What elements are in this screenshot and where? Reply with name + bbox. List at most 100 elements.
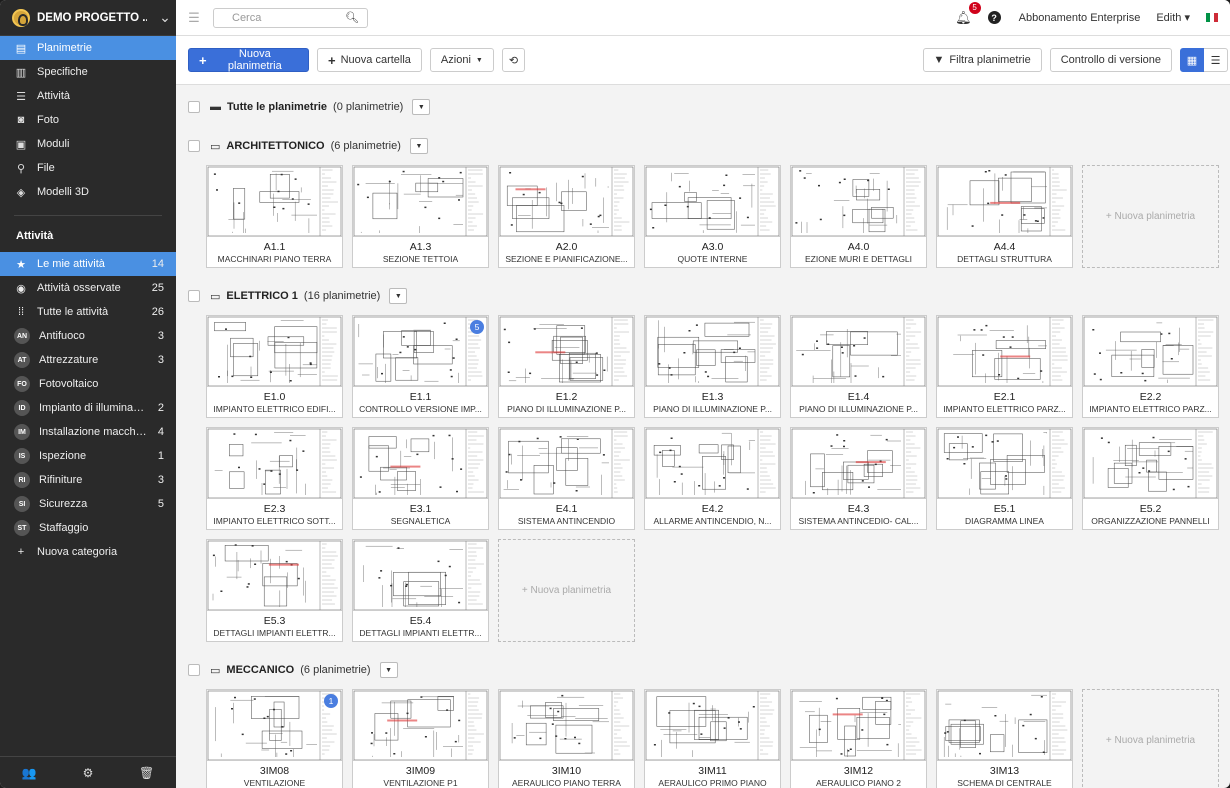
plan-card[interactable]: A1.1 MACCHINARI PIANO TERRA xyxy=(206,165,343,268)
plan-card[interactable]: E5.2 ORGANIZZAZIONE PANNELLI xyxy=(1082,427,1219,530)
folder-name[interactable]: ARCHITETTONICO xyxy=(226,140,324,152)
task-category-item[interactable]: IS Ispezione 1 xyxy=(0,444,176,468)
task-category-item[interactable]: RI Rifiniture 3 xyxy=(0,468,176,492)
plan-thumbnail[interactable] xyxy=(791,690,926,761)
actions-dropdown[interactable]: Azioni ▼ xyxy=(429,48,494,72)
help-icon[interactable]: ? xyxy=(987,11,1001,24)
sidebar-item-file[interactable]: ⚲ File xyxy=(0,156,176,180)
plan-card[interactable]: E1.2 PIANO DI ILLUMINAZIONE P... xyxy=(498,315,635,418)
plan-card[interactable]: E5.4 DETTAGLI IMPIANTI ELETTR... xyxy=(352,539,489,642)
version-control-button[interactable]: Controllo di versione xyxy=(1049,48,1172,72)
folder-menu-dropdown[interactable]: ▼ xyxy=(379,662,398,678)
grid-view-icon[interactable]: ▦ xyxy=(1180,48,1204,72)
plan-card[interactable]: E2.2 IMPIANTO ELETTRICO PARZ... xyxy=(1082,315,1219,418)
filter-plans-button[interactable]: ▼ Filtra planimetrie xyxy=(922,48,1042,72)
plan-thumbnail[interactable] xyxy=(937,166,1072,237)
sidebar-item-modelli-3d[interactable]: ◈ Modelli 3D xyxy=(0,180,176,204)
plan-card[interactable]: 3IM11 AERAULICO PRIMO PIANO xyxy=(644,689,781,788)
task-category-item[interactable]: SI Sicurezza 5 xyxy=(0,492,176,516)
plan-thumbnail[interactable] xyxy=(645,428,780,499)
task-category-item[interactable]: FO Fotovoltaico xyxy=(0,372,176,396)
folder-checkbox[interactable] xyxy=(188,664,200,676)
plan-card[interactable]: 3IM10 AERAULICO PIANO TERRA xyxy=(498,689,635,788)
sidebar-item-specifiche[interactable]: ▥ Specifiche xyxy=(0,60,176,84)
task-category-item[interactable]: ID Impianto di illuminazi... 2 xyxy=(0,396,176,420)
plan-card[interactable]: E1.3 PIANO DI ILLUMINAZIONE P... xyxy=(644,315,781,418)
user-menu[interactable]: Edith ▾ xyxy=(1156,11,1190,24)
task-category-item[interactable]: + Nuova categoria xyxy=(0,540,176,564)
plan-thumbnail[interactable] xyxy=(1083,428,1218,499)
plan-card[interactable]: E1.0 IMPIANTO ELETTRICO EDIFI... xyxy=(206,315,343,418)
subscription-link[interactable]: Abbonamento Enterprise xyxy=(1019,12,1141,24)
plan-thumbnail[interactable] xyxy=(207,166,342,237)
plan-card[interactable]: A3.0 QUOTE INTERNE xyxy=(644,165,781,268)
users-icon[interactable]: 👥 xyxy=(14,766,44,780)
folder-checkbox[interactable] xyxy=(188,101,200,113)
plan-thumbnail[interactable] xyxy=(791,428,926,499)
new-plan-card[interactable]: + Nuova planimetria xyxy=(1082,689,1219,788)
plan-thumbnail[interactable] xyxy=(353,428,488,499)
plan-card[interactable]: 3IM08 VENTILAZIONE 1 xyxy=(206,689,343,788)
folder-menu-dropdown[interactable]: ▼ xyxy=(389,288,408,304)
plan-thumbnail[interactable] xyxy=(499,316,634,387)
plan-thumbnail[interactable] xyxy=(937,316,1072,387)
plan-thumbnail[interactable] xyxy=(499,428,634,499)
plan-thumbnail[interactable] xyxy=(353,166,488,237)
sidebar-item-attività[interactable]: ☰ Attività xyxy=(0,84,176,108)
folder-menu-dropdown[interactable]: ▼ xyxy=(412,99,431,115)
plan-thumbnail[interactable] xyxy=(207,540,342,611)
plan-card[interactable]: E3.1 SEGNALETICA xyxy=(352,427,489,530)
plan-thumbnail[interactable] xyxy=(207,428,342,499)
search-input[interactable] xyxy=(222,11,332,24)
plan-card[interactable]: E2.1 IMPIANTO ELETTRICO PARZ... xyxy=(936,315,1073,418)
plan-card[interactable]: E1.4 PIANO DI ILLUMINAZIONE P... xyxy=(790,315,927,418)
plan-thumbnail[interactable] xyxy=(937,428,1072,499)
plan-thumbnail[interactable] xyxy=(499,690,634,761)
gear-icon[interactable]: ⚙ xyxy=(73,766,103,780)
search-icon[interactable]: 🔍︎ xyxy=(345,11,359,24)
plan-thumbnail[interactable] xyxy=(645,690,780,761)
folder-checkbox[interactable] xyxy=(188,140,200,152)
plan-card[interactable]: E4.2 ALLARME ANTINCENDIO, N... xyxy=(644,427,781,530)
sidebar-item-moduli[interactable]: ▣ Moduli xyxy=(0,132,176,156)
bell-icon[interactable]: 🔔︎ 5 xyxy=(955,1,981,26)
plan-card[interactable]: E4.1 SISTEMA ANTINCENDIO xyxy=(498,427,635,530)
history-button[interactable]: ⟲ xyxy=(501,48,526,72)
task-category-item[interactable]: AT Attrezzature 3 xyxy=(0,348,176,372)
plan-thumbnail[interactable] xyxy=(353,690,488,761)
new-plan-card[interactable]: + Nuova planimetria xyxy=(498,539,635,642)
plan-card[interactable]: A4.0 EZIONE MURI E DETTAGLI xyxy=(790,165,927,268)
folder-checkbox[interactable] xyxy=(188,290,200,302)
plan-thumbnail[interactable] xyxy=(791,166,926,237)
task-category-item[interactable]: ST Staffaggio xyxy=(0,516,176,540)
plan-card[interactable]: 3IM13 SCHEMA DI CENTRALE xyxy=(936,689,1073,788)
plan-thumbnail[interactable] xyxy=(353,540,488,611)
folder-name[interactable]: Tutte le planimetrie xyxy=(227,101,327,113)
plan-thumbnail[interactable] xyxy=(353,316,488,387)
folder-menu-dropdown[interactable]: ▼ xyxy=(409,138,428,154)
chevron-down-icon[interactable]: ⌄ xyxy=(154,9,176,26)
plan-card[interactable]: E2.3 IMPIANTO ELETTRICO SOTT... xyxy=(206,427,343,530)
task-category-item[interactable]: AN Antifuoco 3 xyxy=(0,324,176,348)
plan-card[interactable]: E5.1 DIAGRAMMA LINEA xyxy=(936,427,1073,530)
plan-card[interactable]: A2.0 SEZIONE E PIANIFICAZIONE... xyxy=(498,165,635,268)
plan-card[interactable]: 3IM09 VENTILAZIONE P1 xyxy=(352,689,489,788)
folder-name[interactable]: ELETTRICO 1 xyxy=(226,290,298,302)
task-category-item[interactable]: ★ Le mie attività 14 xyxy=(0,252,176,276)
plan-thumbnail[interactable] xyxy=(207,316,342,387)
trash-icon[interactable]: 🗑 xyxy=(132,766,162,780)
plan-card[interactable]: A4.4 DETTAGLI STRUTTURA xyxy=(936,165,1073,268)
plan-card[interactable]: E1.1 CONTROLLO VERSIONE IMP... 5 xyxy=(352,315,489,418)
plan-card[interactable]: E4.3 SISTEMA ANTINCEDIO- CAL... xyxy=(790,427,927,530)
search-box[interactable]: 🔍︎ xyxy=(213,7,368,28)
plan-card[interactable]: E5.3 DETTAGLI IMPIANTI ELETTR... xyxy=(206,539,343,642)
plan-thumbnail[interactable] xyxy=(207,690,342,761)
plan-thumbnail[interactable] xyxy=(791,316,926,387)
plan-thumbnail[interactable] xyxy=(937,690,1072,761)
plan-thumbnail[interactable] xyxy=(499,166,634,237)
task-category-item[interactable]: ◉ Attività osservate 25 xyxy=(0,276,176,300)
task-category-item[interactable]: IM Installazione macchin... 4 xyxy=(0,420,176,444)
task-category-item[interactable]: ⁞⁞ Tutte le attività 26 xyxy=(0,300,176,324)
project-switcher[interactable]: DEMO PROGETTO ... ⌄ xyxy=(0,0,176,36)
plan-thumbnail[interactable] xyxy=(645,316,780,387)
